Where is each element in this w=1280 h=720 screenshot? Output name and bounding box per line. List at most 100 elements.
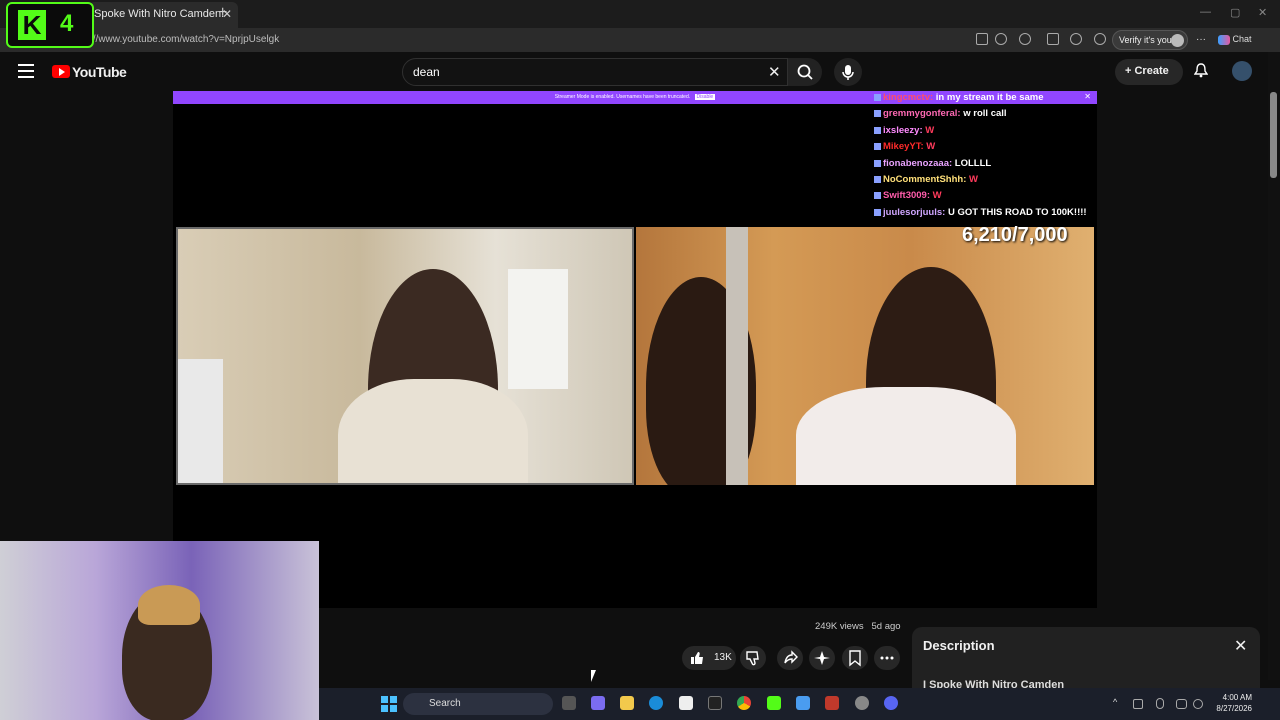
- mouse-cursor: [591, 670, 601, 682]
- voicemod-icon[interactable]: [825, 696, 839, 710]
- chat-badge-icon: [874, 192, 881, 200]
- favorites-bar-icon[interactable]: [1070, 33, 1082, 45]
- shirt-shape: [338, 379, 528, 483]
- chat-text: W: [932, 190, 942, 202]
- voice-search-button[interactable]: [834, 58, 862, 86]
- more-icon: [880, 656, 894, 660]
- profile-avatar-icon: [1171, 34, 1184, 47]
- chat-text: LOLLLL: [954, 157, 992, 169]
- chat-username: juulesorjuuls:: [883, 206, 948, 218]
- chat-text: W: [925, 124, 935, 136]
- minimize-icon[interactable]: —: [1200, 6, 1211, 18]
- chat-message: NoCommentShhh: W: [874, 174, 1094, 190]
- verify-profile-button[interactable]: Verify it's you: [1112, 30, 1188, 50]
- thumbs-down-icon: [746, 651, 759, 666]
- pole-prop: [726, 227, 748, 485]
- kick-logo-overlay: K 4: [6, 2, 94, 48]
- create-button[interactable]: + Create: [1115, 59, 1183, 85]
- copilot-icon: [1218, 34, 1230, 45]
- chat-badge-icon: [874, 126, 881, 134]
- right-camera-feed: [636, 227, 1094, 485]
- split-screen-icon[interactable]: [1047, 33, 1059, 45]
- chat-username: gremmygonferal:: [883, 108, 964, 120]
- task-view-icon[interactable]: [562, 696, 576, 710]
- tab-title: Spoke With Nitro Camden.: [94, 8, 225, 20]
- taskbar-clock[interactable]: 4:00 AM 8/27/2026: [1208, 692, 1252, 714]
- tray-microphone-icon[interactable]: [1156, 698, 1164, 709]
- file-explorer-icon[interactable]: [620, 696, 634, 710]
- hamburger-menu-icon[interactable]: [18, 64, 34, 78]
- window-light: [508, 269, 568, 389]
- chat-text: W: [969, 173, 978, 185]
- ask-ai-button[interactable]: [809, 646, 835, 670]
- chat-message: Swift3009: W: [874, 190, 1094, 206]
- search-button[interactable]: [788, 58, 822, 86]
- chat-label: Chat: [1232, 34, 1252, 44]
- chat-username: ixsleezy:: [883, 124, 926, 136]
- youtube-logo-text[interactable]: YouTube: [72, 64, 127, 80]
- account-avatar[interactable]: [1232, 61, 1252, 81]
- dislike-button[interactable]: [740, 646, 766, 670]
- tray-wifi-icon[interactable]: [1176, 699, 1187, 709]
- microphone-icon: [842, 65, 854, 80]
- verify-label: Verify it's you: [1119, 35, 1172, 45]
- new-tab-button[interactable]: +: [218, 4, 227, 22]
- obs-icon[interactable]: [855, 696, 869, 710]
- app-icon[interactable]: [976, 33, 988, 45]
- extensions-icon[interactable]: [1019, 33, 1031, 45]
- notepad-icon[interactable]: [796, 696, 810, 710]
- share-button[interactable]: [777, 646, 803, 670]
- kick-letter: K: [18, 10, 46, 40]
- discord-icon[interactable]: [884, 696, 898, 710]
- scrollbar-thumb[interactable]: [1270, 92, 1277, 178]
- store-icon[interactable]: [679, 696, 693, 710]
- disable-streamer-mode-button[interactable]: Disable: [694, 94, 716, 100]
- favorite-icon[interactable]: [995, 33, 1007, 45]
- copilot-taskbar-icon[interactable]: [591, 696, 605, 710]
- more-actions-button[interactable]: [874, 646, 900, 670]
- chat-badge-icon: [874, 93, 881, 101]
- bookmark-icon: [849, 650, 861, 667]
- maximize-icon[interactable]: ▢: [1230, 6, 1240, 19]
- search-icon: [797, 64, 813, 80]
- sparkle-icon: [814, 651, 830, 665]
- chat-badge-icon: [874, 175, 881, 183]
- taskbar-search-label: Search: [429, 698, 461, 709]
- chat-text: in my stream it be same: [935, 92, 1044, 103]
- chat-badge-icon: [874, 159, 881, 167]
- tray-volume-icon[interactable]: [1193, 699, 1203, 709]
- chat-badge-icon: [874, 208, 881, 216]
- box-prop: [178, 359, 223, 483]
- clock-time: 4:00 AM: [1222, 693, 1252, 702]
- terminal-icon[interactable]: [708, 696, 722, 710]
- save-button[interactable]: [842, 646, 868, 670]
- chat-message: gremmygonferal: w roll call: [874, 108, 1094, 124]
- kick-app-icon[interactable]: [767, 696, 781, 710]
- kick-number: 4: [60, 10, 74, 37]
- clear-search-icon[interactable]: ✕: [768, 63, 781, 81]
- browser-tab[interactable]: Spoke With Nitro Camden. ✕: [88, 2, 238, 28]
- chat-text: w roll call: [963, 108, 1007, 120]
- chrome-icon[interactable]: [737, 696, 751, 710]
- copilot-chat-button[interactable]: Chat: [1218, 34, 1252, 45]
- url-field[interactable]: ://www.youtube.com/watch?v=NprjpUselgk: [90, 34, 279, 45]
- like-button[interactable]: 13K: [682, 646, 736, 670]
- windows-start-icon[interactable]: [381, 696, 397, 712]
- tray-chevron-icon[interactable]: ^: [1113, 697, 1117, 707]
- description-close-icon[interactable]: ✕: [1234, 636, 1247, 656]
- video-meta: 249K views 5d ago: [815, 621, 901, 632]
- more-icon[interactable]: ···: [1196, 34, 1206, 45]
- notifications-bell-icon[interactable]: [1193, 63, 1209, 78]
- tray-network-icon[interactable]: [1133, 699, 1143, 709]
- close-window-icon[interactable]: ✕: [1258, 6, 1267, 19]
- taskbar-search-box[interactable]: Search: [403, 693, 553, 715]
- left-camera-feed: [176, 227, 634, 485]
- history-icon[interactable]: [1094, 33, 1106, 45]
- search-input[interactable]: dean: [402, 58, 788, 86]
- edge-browser-icon[interactable]: [649, 696, 663, 710]
- chat-message: kingcmctv: in my stream it be same: [874, 92, 1094, 108]
- chat-username: kingcmctv:: [883, 92, 936, 103]
- youtube-logo-icon[interactable]: [52, 65, 70, 78]
- thumbs-up-icon: [691, 652, 703, 664]
- shirt-shape: [796, 387, 1016, 485]
